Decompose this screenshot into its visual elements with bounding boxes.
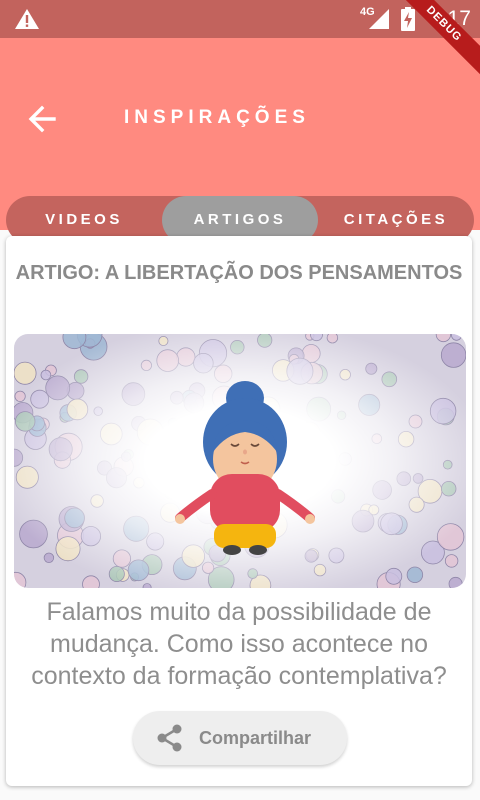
meditating-woman-illustration [14, 334, 466, 588]
signal-icon [369, 9, 389, 29]
share-button-label: Compartilhar [199, 728, 312, 748]
share-icon [157, 724, 182, 752]
article-card[interactable]: ARTIGO: A LIBERTAÇÃO DOS PENSAMENTOS Fal… [6, 236, 472, 786]
back-arrow-icon[interactable] [28, 105, 56, 133]
status-bar: 4G 5:17 [0, 0, 480, 38]
page-title: INSPIRAÇÕES [124, 107, 310, 128]
share-button[interactable]: Compartilhar [133, 711, 347, 765]
article-excerpt: Falamos muito da possibilidade de mudanç… [31, 598, 447, 690]
warning-icon [15, 9, 39, 29]
article-heading: ARTIGO: A LIBERTAÇÃO DOS PENSAMENTOS [15, 262, 463, 284]
app-bar: INSPIRAÇÕES VIDEOS ARTIGOS CITAÇÕES [0, 38, 480, 244]
article-image [14, 334, 466, 588]
battery-charging-icon [401, 7, 415, 31]
